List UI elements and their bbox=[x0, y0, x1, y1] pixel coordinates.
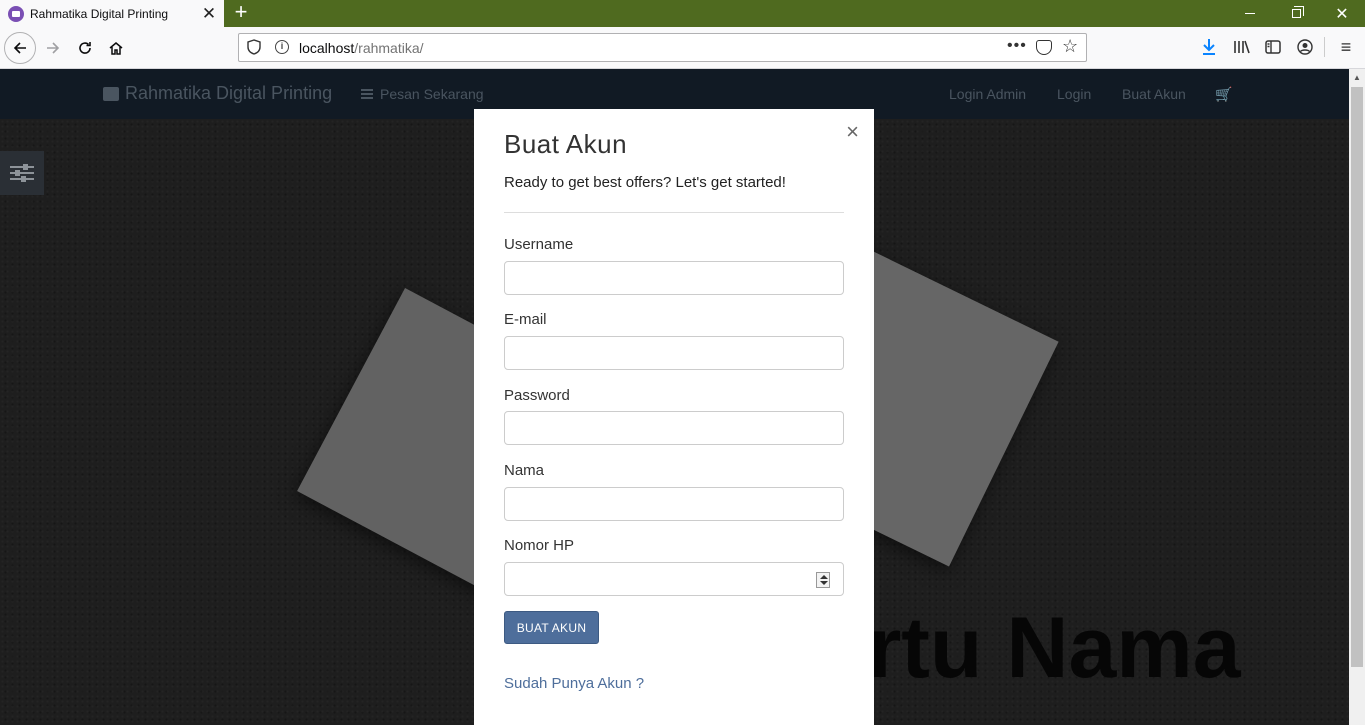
username-label: Username bbox=[504, 236, 574, 253]
bars-icon bbox=[361, 89, 373, 99]
tracking-shield-icon[interactable] bbox=[247, 39, 261, 55]
nav-pesan-sekarang[interactable]: Pesan Sekarang bbox=[361, 86, 484, 102]
settings-toggle-button[interactable] bbox=[0, 151, 44, 195]
email-label: E-mail bbox=[504, 311, 547, 328]
toolbar-divider bbox=[1324, 37, 1325, 57]
nomor-hp-input[interactable] bbox=[504, 562, 844, 596]
address-bar[interactable]: i localhost/rahmatika/ ••• ☆ bbox=[238, 33, 1087, 62]
scrollbar-thumb[interactable] bbox=[1351, 87, 1363, 667]
printer-favicon-icon bbox=[8, 5, 24, 22]
buat-akun-button[interactable]: BUAT AKUN bbox=[504, 611, 599, 644]
password-input[interactable] bbox=[504, 411, 844, 445]
reload-icon bbox=[79, 42, 91, 54]
browser-tab-bar: Rahmatika Digital Printing ✕ + ✕ bbox=[0, 0, 1365, 27]
back-button[interactable] bbox=[4, 32, 36, 64]
sliders-icon bbox=[10, 163, 34, 183]
nama-input[interactable] bbox=[504, 487, 844, 521]
number-spinner-icon[interactable] bbox=[816, 572, 830, 588]
pesan-label: Pesan Sekarang bbox=[380, 86, 484, 102]
library-button[interactable] bbox=[1228, 33, 1256, 61]
register-modal: × Buat Akun Ready to get best offers? Le… bbox=[474, 109, 874, 725]
pocket-icon[interactable] bbox=[1036, 40, 1052, 55]
page-scrollbar[interactable]: ▲ bbox=[1349, 69, 1365, 725]
username-input[interactable] bbox=[504, 261, 844, 295]
browser-toolbar: i localhost/rahmatika/ ••• ☆ ≡ bbox=[0, 27, 1365, 69]
nav-login-admin[interactable]: Login Admin bbox=[949, 86, 1026, 102]
scroll-up-icon[interactable]: ▲ bbox=[1353, 73, 1361, 82]
modal-divider bbox=[504, 212, 844, 213]
arrow-left-icon bbox=[13, 42, 26, 54]
sidebar-button[interactable] bbox=[1259, 33, 1287, 61]
modal-title: Buat Akun bbox=[504, 129, 628, 159]
tab-close-icon[interactable]: ✕ bbox=[198, 5, 220, 22]
site-info-icon[interactable]: i bbox=[275, 40, 289, 54]
nav-buat-akun[interactable]: Buat Akun bbox=[1122, 86, 1186, 102]
home-icon bbox=[109, 42, 123, 55]
brand-label: Rahmatika Digital Printing bbox=[125, 83, 333, 103]
printer-icon bbox=[103, 86, 119, 101]
download-icon bbox=[1203, 39, 1215, 55]
restore-button[interactable] bbox=[1273, 0, 1319, 27]
new-tab-button[interactable]: + bbox=[230, 1, 252, 25]
arrow-right-icon bbox=[47, 42, 60, 54]
site-brand[interactable]: Rahmatika Digital Printing bbox=[103, 83, 332, 104]
tab-title: Rahmatika Digital Printing bbox=[30, 6, 169, 21]
restore-icon bbox=[1291, 6, 1304, 18]
reload-button[interactable] bbox=[70, 33, 100, 63]
bookmark-star-icon[interactable]: ☆ bbox=[1062, 36, 1078, 57]
minimize-button[interactable] bbox=[1227, 0, 1273, 27]
forward-button[interactable] bbox=[38, 33, 68, 63]
downloads-button[interactable] bbox=[1195, 33, 1223, 61]
sidebar-icon bbox=[1265, 40, 1281, 54]
email-input[interactable] bbox=[504, 336, 844, 370]
url-path: /rahmatika/ bbox=[354, 40, 424, 56]
nav-login[interactable]: Login bbox=[1057, 86, 1091, 102]
hamburger-menu-icon[interactable]: ≡ bbox=[1332, 33, 1360, 61]
modal-subtitle: Ready to get best offers? Let's get star… bbox=[504, 174, 786, 191]
page-actions-icon[interactable]: ••• bbox=[1007, 37, 1027, 55]
url-host: localhost bbox=[299, 40, 355, 56]
library-icon bbox=[1234, 40, 1250, 54]
account-button[interactable] bbox=[1291, 33, 1319, 61]
modal-close-icon[interactable]: × bbox=[846, 121, 859, 143]
minimize-icon bbox=[1245, 13, 1255, 14]
window-close-button[interactable]: ✕ bbox=[1319, 0, 1365, 27]
password-label: Password bbox=[504, 387, 570, 404]
browser-tab[interactable]: Rahmatika Digital Printing ✕ bbox=[0, 0, 224, 27]
sudah-punya-akun-link[interactable]: Sudah Punya Akun ? bbox=[504, 675, 644, 692]
nama-label: Nama bbox=[504, 462, 545, 479]
url-text: localhost/rahmatika/ bbox=[299, 40, 424, 56]
home-button[interactable] bbox=[101, 33, 131, 63]
account-icon bbox=[1297, 39, 1313, 55]
cart-icon[interactable]: 🛒 bbox=[1215, 86, 1232, 103]
nomor-hp-label: Nomor HP bbox=[504, 537, 575, 554]
